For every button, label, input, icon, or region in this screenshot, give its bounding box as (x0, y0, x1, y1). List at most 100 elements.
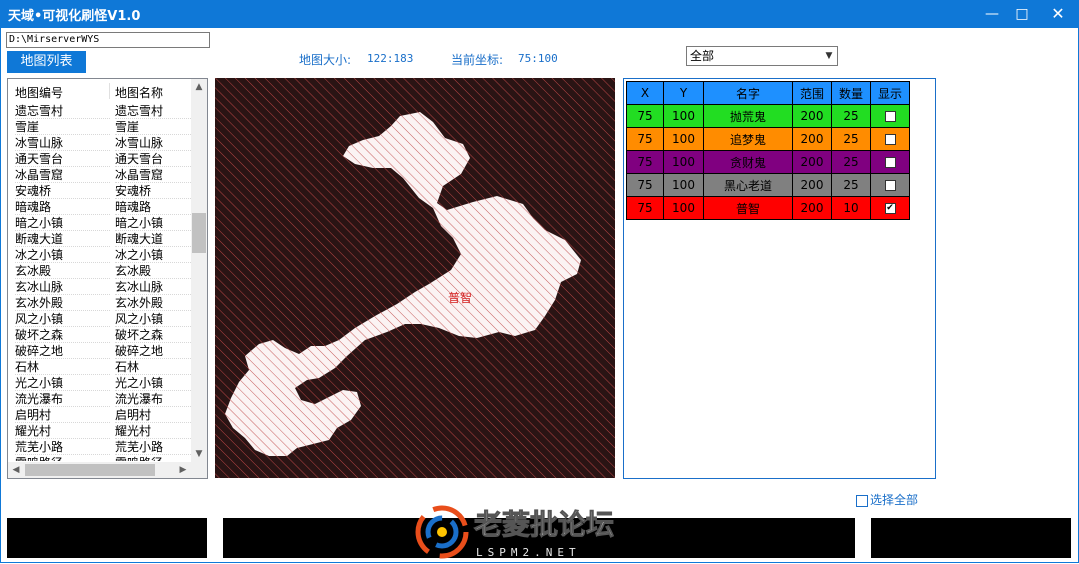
cell-count[interactable]: 10 (831, 196, 871, 220)
close-button[interactable]: ✕ (1045, 3, 1071, 25)
scroll-down-icon[interactable]: ▼ (191, 446, 207, 462)
spawn-table-header: X Y 名字 范围 数量 显示 (626, 81, 910, 105)
cell-y[interactable]: 100 (663, 173, 704, 197)
scroll-thumb[interactable] (192, 213, 206, 253)
header-show[interactable]: 显示 (870, 81, 910, 105)
column-header-map-name[interactable]: 地图名称 (115, 84, 163, 101)
list-item[interactable]: 冰雪山脉 冰雪山脉 (8, 135, 191, 151)
cell-range[interactable]: 200 (792, 173, 832, 197)
checkbox-icon[interactable] (884, 134, 896, 145)
checkbox-icon[interactable] (884, 157, 896, 168)
cell-range[interactable]: 200 (792, 196, 832, 220)
cell-name[interactable]: 抛荒鬼 (703, 104, 793, 128)
map-name-cell: 玄冰山脉 (115, 279, 191, 295)
cell-range[interactable]: 200 (792, 104, 832, 128)
scroll-corner (191, 462, 207, 478)
horizontal-scrollbar[interactable]: ◀ ▶ (8, 462, 191, 478)
list-item[interactable]: 断魂大道 断魂大道 (8, 231, 191, 247)
checkbox-icon[interactable] (856, 494, 868, 507)
column-header-map-id[interactable]: 地图编号 (15, 84, 63, 101)
cell-y[interactable]: 100 (663, 196, 704, 220)
list-item[interactable]: 暗魂路 暗魂路 (8, 199, 191, 215)
vertical-scrollbar[interactable]: ▲ ▼ (191, 79, 207, 462)
list-item[interactable]: 荒芜小路 荒芜小路 (8, 439, 191, 455)
cell-name[interactable]: 黑心老道 (703, 173, 793, 197)
path-input[interactable]: D:\MirserverWYS (6, 32, 210, 48)
cell-y[interactable]: 100 (663, 150, 704, 174)
header-name[interactable]: 名字 (703, 81, 793, 105)
list-item[interactable]: 安魂桥 安魂桥 (8, 183, 191, 199)
list-item[interactable]: 雪崖 雪崖 (8, 119, 191, 135)
table-row[interactable]: 75 100 抛荒鬼 200 25 (626, 104, 910, 128)
list-item[interactable]: 流光瀑布 流光瀑布 (8, 391, 191, 407)
list-item[interactable]: 暗之小镇 暗之小镇 (8, 215, 191, 231)
cell-range[interactable]: 200 (792, 127, 832, 151)
select-all-checkbox[interactable]: 选择全部 (856, 491, 918, 508)
cell-name[interactable]: 普智 (703, 196, 793, 220)
header-count[interactable]: 数量 (831, 81, 871, 105)
list-item[interactable]: 通天雪台 通天雪台 (8, 151, 191, 167)
list-item[interactable]: 雷鸣路径雷鸣路径 (8, 455, 191, 461)
map-name-cell: 冰之小镇 (115, 247, 191, 263)
cell-y[interactable]: 100 (663, 127, 704, 151)
cell-range[interactable]: 200 (792, 150, 832, 174)
map-id-cell: 断魂大道 (15, 231, 110, 247)
cell-count[interactable]: 25 (831, 150, 871, 174)
table-row[interactable]: 75 100 黑心老道 200 25 (626, 173, 910, 197)
cell-show (870, 150, 910, 174)
map-name-cell: 暗之小镇 (115, 215, 191, 231)
table-row[interactable]: 75 100 追梦鬼 200 25 (626, 127, 910, 151)
map-id-cell: 通天雪台 (15, 151, 110, 167)
select-all-label: 选择全部 (870, 493, 919, 507)
cell-x[interactable]: 75 (626, 150, 664, 174)
list-item[interactable]: 遗忘雪村 遗忘雪村 (8, 103, 191, 119)
cell-count[interactable]: 25 (831, 173, 871, 197)
cell-count[interactable]: 25 (831, 104, 871, 128)
chevron-down-icon[interactable]: ▼ (821, 47, 837, 65)
checkbox-checked-icon[interactable]: ✔ (884, 203, 896, 214)
hscroll-thumb[interactable] (25, 464, 155, 476)
list-item[interactable]: 玄冰山脉 玄冰山脉 (8, 279, 191, 295)
minimize-button[interactable]: — (979, 3, 1005, 25)
checkbox-icon[interactable] (884, 180, 896, 191)
filter-select[interactable]: 全部 ▼ (686, 46, 838, 66)
cell-x[interactable]: 75 (626, 104, 664, 128)
cell-x[interactable]: 75 (626, 196, 664, 220)
cell-x[interactable]: 75 (626, 127, 664, 151)
cell-count[interactable]: 25 (831, 127, 871, 151)
map-name-cell: 光之小镇 (115, 375, 191, 391)
cell-x[interactable]: 75 (626, 173, 664, 197)
list-item[interactable]: 冰晶雪窟 冰晶雪窟 (8, 167, 191, 183)
map-name-cell: 暗魂路 (115, 199, 191, 215)
header-y[interactable]: Y (663, 81, 704, 105)
map-listbox[interactable]: 地图编号 地图名称 遗忘雪村 遗忘雪村 雪崖 雪崖 冰雪山脉 冰雪山脉 通天雪台 通天雪台 冰晶… (7, 78, 208, 479)
table-row[interactable]: 75 100 普智 200 10 ✔ (626, 196, 910, 220)
list-item[interactable]: 耀光村 耀光村 (8, 423, 191, 439)
list-item[interactable]: 玄冰殿 玄冰殿 (8, 263, 191, 279)
cell-name[interactable]: 追梦鬼 (703, 127, 793, 151)
table-row[interactable]: 75 100 贪财鬼 200 25 (626, 150, 910, 174)
map-marker-label[interactable]: 普智 (448, 290, 472, 305)
checkbox-icon[interactable] (884, 111, 896, 122)
map-canvas[interactable]: 普智 (215, 78, 615, 478)
list-item[interactable]: 启明村 启明村 (8, 407, 191, 423)
cell-y[interactable]: 100 (663, 104, 704, 128)
list-item[interactable]: 冰之小镇 冰之小镇 (8, 247, 191, 263)
scroll-right-icon[interactable]: ▶ (175, 462, 191, 478)
header-range[interactable]: 范围 (792, 81, 832, 105)
list-item[interactable]: 光之小镇 光之小镇 (8, 375, 191, 391)
map-id-cell: 冰晶雪窟 (15, 167, 110, 183)
list-item[interactable]: 玄冰外殿 玄冰外殿 (8, 295, 191, 311)
list-item[interactable]: 破坏之森 破坏之森 (8, 327, 191, 343)
cell-show (870, 104, 910, 128)
list-item[interactable]: 破碎之地 破碎之地 (8, 343, 191, 359)
scroll-left-icon[interactable]: ◀ (8, 462, 24, 478)
list-item[interactable]: 石林 石林 (8, 359, 191, 375)
cell-show (870, 173, 910, 197)
list-item[interactable]: 风之小镇 风之小镇 (8, 311, 191, 327)
cell-name[interactable]: 贪财鬼 (703, 150, 793, 174)
scroll-up-icon[interactable]: ▲ (191, 79, 207, 95)
maximize-button[interactable]: □ (1009, 3, 1035, 25)
header-x[interactable]: X (626, 81, 664, 105)
map-list-button[interactable]: 地图列表 (7, 51, 86, 73)
